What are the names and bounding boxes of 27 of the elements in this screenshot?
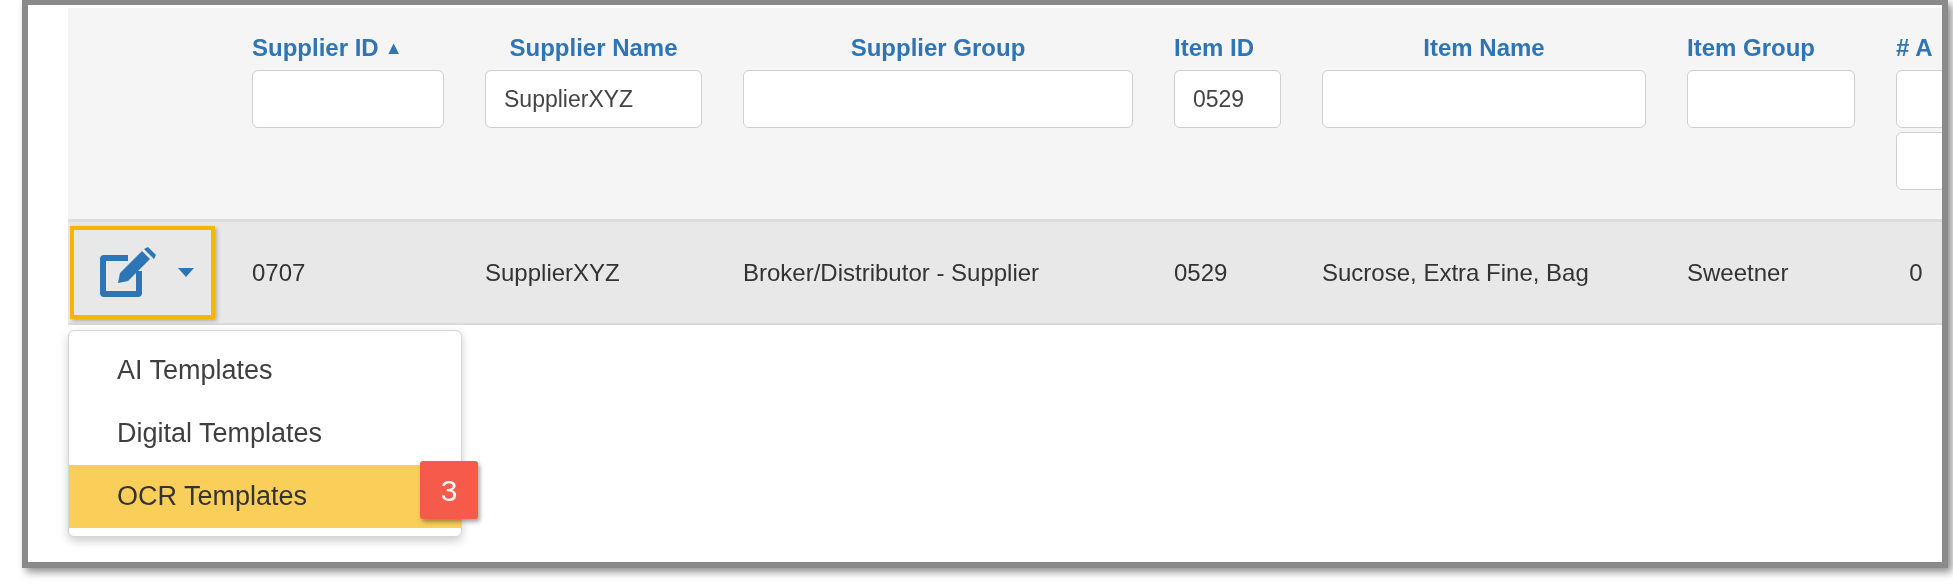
table-cell-text: 0707 (252, 257, 307, 288)
sort-indicator: ▲ (384, 36, 403, 60)
column-header[interactable]: # A (1896, 30, 1933, 66)
table-cell-text: 0529 (1174, 257, 1229, 288)
table-cell-text: SupplierXYZ (485, 257, 621, 288)
edit-dropdown-button[interactable] (70, 226, 215, 319)
filter-field[interactable] (1687, 70, 1855, 128)
column-header[interactable]: Supplier Group (850, 30, 1026, 66)
step-badge: 3 (420, 461, 478, 519)
edit-icon (98, 246, 156, 299)
table-row[interactable]: 0707 SupplierXYZ Broker/Distributor - Supplier 0529 Sucrose, Extra Fine, Bag Sweetner 0 (68, 222, 1942, 325)
column-header[interactable]: Supplier Name (509, 30, 678, 66)
column-header[interactable]: Supplier ID (252, 30, 379, 66)
filter-field[interactable] (1322, 70, 1646, 128)
column-header[interactable]: Item Group (1687, 30, 1815, 66)
caret-icon (178, 268, 194, 277)
table-cell-text: Broker/Distributor - Supplier (743, 257, 1041, 288)
table-cell-text: 0 (1908, 257, 1924, 288)
menu-item[interactable]: AI Templates (69, 339, 461, 402)
filter-field[interactable]: SupplierXYZ (485, 70, 702, 128)
filter-field[interactable] (252, 70, 444, 128)
column-header[interactable]: Item Name (1423, 30, 1545, 66)
filter-field[interactable] (743, 70, 1133, 128)
filter-field[interactable]: 0529 (1174, 70, 1281, 128)
table-cell-text: Sucrose, Extra Fine, Bag (1322, 257, 1590, 288)
column-header[interactable]: Item ID (1174, 30, 1254, 66)
table-cell-text: Sweetner (1687, 257, 1790, 288)
